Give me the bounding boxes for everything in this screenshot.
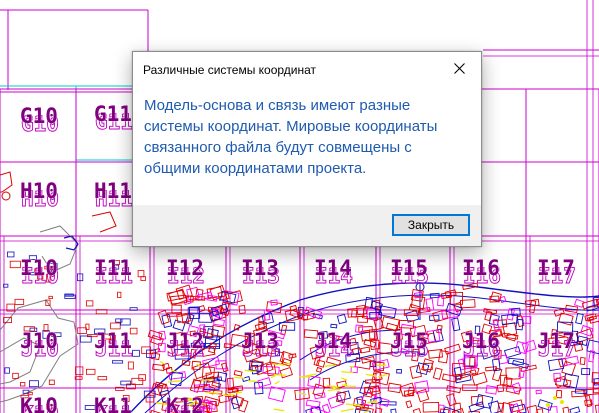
grid-label-i15: I15 [390,256,428,280]
grid-label-j16: J16 [462,329,500,353]
close-button[interactable]: Закрыть [392,214,470,236]
grid-label-i16: I16 [462,256,500,280]
grid-label-i11: I11 [94,256,132,280]
grid-label-j17: J17 [537,329,575,353]
grid-label-g10: G10 [20,104,58,128]
grid-label-i14: I14 [314,256,352,280]
grid-label-k12: K12 [166,394,204,413]
grid-label-k11: K11 [94,394,132,413]
dialog-title: Различные системы координат [143,63,317,77]
grid-label-i17: I17 [537,256,575,280]
grid-label-j13: J13 [241,329,279,353]
coordinate-systems-dialog: Различные системы координат Модель-основ… [132,51,482,247]
grid-label-i13: I13 [241,256,279,280]
grid-label-i12: I12 [166,256,204,280]
grid-label-j10: J10 [20,329,58,353]
close-icon [453,62,465,74]
grid-label-g11: G11 [94,102,132,126]
grid-label-j15: J15 [390,329,428,353]
grid-label-j11: J11 [94,329,132,353]
dialog-body: Модель-основа и связь имеют разные систе… [133,86,481,206]
grid-label-h11: H11 [94,179,132,203]
grid-label-j12: J12 [166,329,204,353]
grid-label-j14: J14 [314,329,352,353]
cad-viewport[interactable]: G10 G10 G11 G11 H10 H10 H11 H11 I10 I10 I11 I11 I12 I… [0,0,599,413]
grid-label-i10: I10 [20,256,58,280]
dialog-titlebar[interactable]: Различные системы координат [133,52,481,86]
grid-label-h10: H10 [20,179,58,203]
dialog-close-button[interactable] [437,52,481,84]
grid-label-k10: K10 [20,394,58,413]
dialog-footer: Закрыть [133,205,481,246]
dialog-message: Модель-основа и связь имеют разные систе… [144,97,438,177]
